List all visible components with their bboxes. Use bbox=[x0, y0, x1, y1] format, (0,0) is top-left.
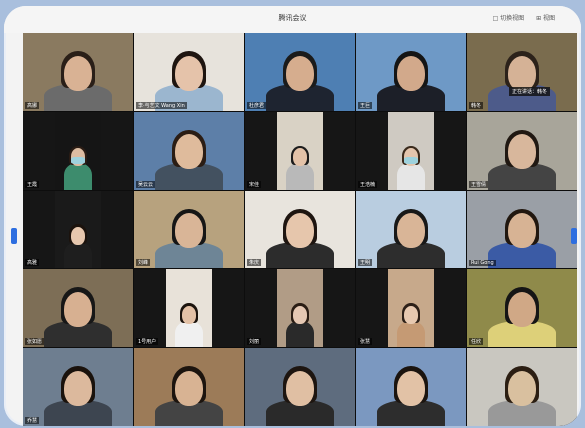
participant-name-label: 王雪倩 bbox=[469, 180, 489, 188]
participant-face bbox=[507, 134, 536, 170]
participant-face bbox=[70, 226, 86, 246]
participant-face bbox=[63, 55, 92, 91]
next-page-arrow-icon[interactable] bbox=[571, 228, 577, 244]
participant-tile[interactable]: 王霞 bbox=[23, 111, 133, 190]
participant-face bbox=[285, 370, 314, 406]
participant-face bbox=[292, 305, 308, 325]
participant-body bbox=[285, 320, 315, 348]
participant-body bbox=[396, 320, 426, 348]
switch-view-button[interactable]: □ 切换视图 bbox=[493, 15, 525, 22]
participant-face bbox=[181, 305, 197, 325]
participant-tile[interactable]: 王明 bbox=[356, 190, 466, 269]
participant-tile[interactable]: 刘丽 bbox=[245, 269, 355, 348]
participant-tile[interactable]: 王雪倩 bbox=[467, 111, 577, 190]
participant-face bbox=[403, 305, 419, 325]
participant-face bbox=[63, 292, 92, 328]
participant-name-label: 吴云云 bbox=[136, 180, 156, 188]
participant-name-label: 李·与艺文 Wang Xin bbox=[136, 101, 187, 109]
participant-name-label: 张如愿 bbox=[25, 338, 45, 346]
participant-tile[interactable]: 杜彦君 bbox=[245, 33, 355, 111]
participant-tile[interactable]: 1号用户 bbox=[134, 269, 244, 348]
participant-name-label: 杜彦君 bbox=[247, 101, 267, 109]
participant-tile[interactable]: 韩冬 bbox=[467, 33, 577, 111]
participant-face bbox=[285, 213, 314, 249]
participant-body bbox=[63, 241, 93, 269]
participant-face bbox=[174, 370, 203, 406]
participant-name-label: 宋佳 bbox=[247, 180, 262, 188]
video-stage: 高娜 李·与艺文 Wang Xin 杜彦君 王巨 韩冬王霞 吴云云 宋佳 王浩楠 王雪倩高雅 刘峰… bbox=[23, 33, 577, 426]
participant-name-label: 乔慧 bbox=[25, 416, 40, 424]
participant-tile[interactable] bbox=[134, 348, 244, 426]
participant-tile[interactable]: 吴云云 bbox=[134, 111, 244, 190]
participant-face bbox=[507, 213, 536, 249]
participant-name-label: 1号用户 bbox=[136, 338, 159, 346]
participant-name-label: 高娜 bbox=[25, 101, 40, 109]
speaking-indicator: 正在讲话：韩冬 bbox=[509, 87, 551, 96]
participant-name-label: 张慧 bbox=[358, 338, 373, 346]
participant-name-label: 刘丽 bbox=[247, 338, 262, 346]
face-mask bbox=[404, 157, 418, 164]
participant-tile[interactable]: 乔慧 bbox=[23, 348, 133, 426]
participant-tile[interactable]: 张慧 bbox=[356, 269, 466, 348]
participant-face bbox=[174, 55, 203, 91]
participant-name-label: 朱庆 bbox=[247, 259, 262, 267]
participant-face bbox=[292, 147, 308, 167]
participant-name-label: 王明 bbox=[358, 259, 373, 267]
participant-face bbox=[174, 213, 203, 249]
participant-face bbox=[63, 370, 92, 406]
participant-tile[interactable]: 高娜 bbox=[23, 33, 133, 111]
participant-name-label: 王巨 bbox=[358, 101, 373, 109]
participant-body bbox=[174, 320, 204, 348]
participant-name-label: 高雅 bbox=[25, 259, 40, 267]
participant-tile[interactable]: 张如愿 bbox=[23, 269, 133, 348]
participant-tile[interactable] bbox=[356, 348, 466, 426]
face-mask bbox=[71, 157, 85, 164]
gallery-view-button[interactable]: ⊞ 视图 bbox=[536, 15, 555, 22]
participant-body bbox=[63, 163, 93, 190]
participant-name-label: 王霞 bbox=[25, 180, 40, 188]
participant-name-label: 王浩楠 bbox=[358, 180, 378, 188]
participant-tile[interactable]: 任欣 bbox=[467, 269, 577, 348]
participant-body bbox=[285, 163, 315, 190]
participant-body bbox=[396, 163, 426, 190]
prev-page-arrow-icon[interactable] bbox=[11, 228, 17, 244]
participant-name-label: 刘峰 bbox=[136, 259, 151, 267]
participant-face bbox=[507, 370, 536, 406]
participant-gallery: 高娜 李·与艺文 Wang Xin 杜彦君 王巨 韩冬王霞 吴云云 宋佳 王浩楠 王雪倩高雅 刘峰… bbox=[23, 33, 577, 426]
participant-face bbox=[174, 134, 203, 170]
participant-tile[interactable]: 王巨 bbox=[356, 33, 466, 111]
participant-name-label: Rui Gong bbox=[469, 260, 496, 267]
participant-tile[interactable] bbox=[467, 348, 577, 426]
participant-tile[interactable]: 王浩楠 bbox=[356, 111, 466, 190]
participant-tile[interactable]: Rui Gong bbox=[467, 190, 577, 269]
participant-tile[interactable]: 高雅 bbox=[23, 190, 133, 269]
participant-tile[interactable]: 刘峰 bbox=[134, 190, 244, 269]
participant-face bbox=[396, 213, 425, 249]
participant-face bbox=[507, 292, 536, 328]
participant-tile[interactable]: 朱庆 bbox=[245, 190, 355, 269]
participant-name-label: 任欣 bbox=[469, 338, 484, 346]
participant-name-label: 韩冬 bbox=[469, 101, 484, 109]
participant-face bbox=[396, 55, 425, 91]
participant-face bbox=[507, 55, 536, 91]
meeting-window: 腾讯会议 □ 切换视图 ⊞ 视图 高娜 李·与艺文 Wang Xin 杜彦君 王巨 韩冬… bbox=[4, 6, 581, 426]
participant-face bbox=[396, 370, 425, 406]
participant-face bbox=[285, 55, 314, 91]
title-bar: 腾讯会议 □ 切换视图 ⊞ 视图 bbox=[4, 6, 581, 33]
view-controls: □ 切换视图 ⊞ 视图 bbox=[483, 13, 555, 22]
participant-tile[interactable] bbox=[245, 348, 355, 426]
participant-tile[interactable]: 李·与艺文 Wang Xin bbox=[134, 33, 244, 111]
participant-tile[interactable]: 宋佳 bbox=[245, 111, 355, 190]
